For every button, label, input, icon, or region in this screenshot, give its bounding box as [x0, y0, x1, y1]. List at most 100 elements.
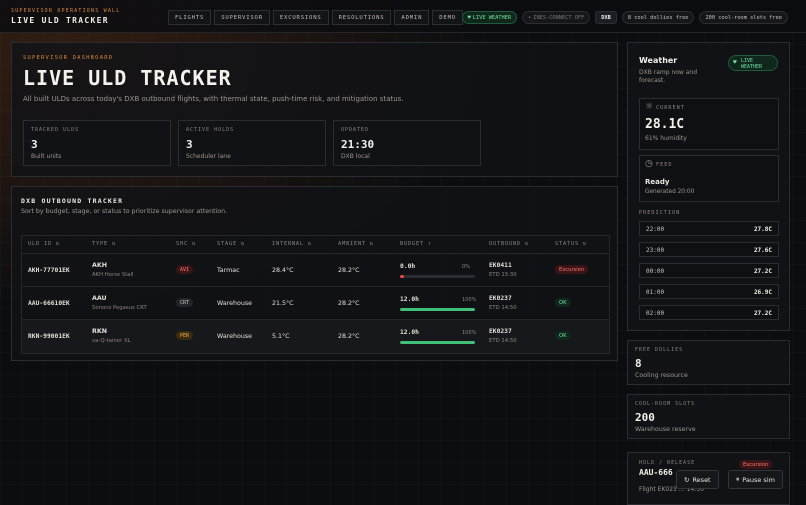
- ines-connect-label: INES-CONNECT OFF: [533, 14, 585, 21]
- current-humidity: 61% humidity: [645, 135, 687, 142]
- prediction-row: 22:00 27.8C: [639, 221, 779, 236]
- live-weather-badge[interactable]: ♥ LIVE WEATHER: [728, 55, 778, 71]
- col-status[interactable]: STATUS ⇅: [555, 241, 587, 247]
- heart-icon: ♥: [467, 14, 471, 21]
- prediction-time: 00:00: [646, 268, 665, 275]
- current-label: CURRENT: [656, 105, 685, 111]
- budget-bar-fill: [400, 308, 475, 311]
- uld-table: ULD ID ⇅ TYPE ⇅ SHC ⇅ STAGE ⇅ INTERNAL ⇅…: [21, 235, 610, 354]
- shc-badge: AVI: [176, 265, 194, 274]
- hold-status-badge: Excursion: [739, 460, 773, 469]
- col-shc[interactable]: SHC ⇅: [176, 241, 196, 247]
- hero-eyebrow: SUPERVISOR DASHBOARD: [23, 55, 114, 61]
- prediction-temp: 27.8C: [753, 226, 772, 233]
- prediction-row: 01:00 26.9C: [639, 284, 779, 299]
- col-budget[interactable]: BUDGET ↑: [400, 241, 432, 247]
- hero-card: SUPERVISOR DASHBOARD LIVE ULD TRACKER Al…: [11, 42, 618, 177]
- dollies-sub: Cooling resource: [635, 372, 688, 379]
- stat-sub: Built units: [31, 153, 62, 160]
- hero-description: All built ULDs across today's DXB outbou…: [23, 95, 404, 103]
- shc-badge: PER: [176, 331, 194, 340]
- col-stage[interactable]: STAGE ⇅: [217, 241, 245, 247]
- table-row[interactable]: RKN-99001EK RKN va-Q-tainer XL PER Warehouse…: [22, 320, 609, 353]
- flight-etd: ETD 14:50: [489, 338, 517, 344]
- page-title: LIVE ULD TRACKER: [23, 66, 232, 90]
- nav-supervisor[interactable]: SUPERVISOR: [214, 10, 270, 25]
- col-outbound[interactable]: OUTBOUND ⇅: [489, 241, 529, 247]
- outbound-tracker: DXB OUTBOUND TRACKER Sort by budget, sta…: [11, 186, 618, 361]
- live-weather-pill[interactable]: ♥ LIVE WEATHER: [461, 11, 518, 24]
- budget-bar: [400, 275, 475, 278]
- pause-sim-button[interactable]: ⏸ Pause sim: [728, 470, 783, 489]
- outbound-flight: EK0237: [489, 328, 512, 335]
- col-internal[interactable]: INTERNAL ⇅: [272, 241, 312, 247]
- status-badge: OK: [555, 331, 571, 340]
- brand-title: LIVE ULD TRACKER: [11, 16, 109, 25]
- internal-temp: 5.1°C: [272, 333, 290, 340]
- internal-temp: 28.4°C: [272, 267, 294, 274]
- stat-updated: UPDATED 21:30 DXB local: [333, 120, 481, 166]
- outbound-flight: EK0237: [489, 295, 512, 302]
- main-nav: FLIGHTS SUPERVISOR EXCURSIONS RESOLUTION…: [168, 10, 463, 25]
- current-temp: 28.1C: [645, 117, 685, 132]
- slots-label: COOL-ROOM SLOTS: [635, 401, 696, 407]
- table-row[interactable]: AKH-77701EK AKH AKH Horse Stall AVI Tarmac 28…: [22, 254, 609, 287]
- dollies-pill: 8 cool dollies free: [621, 11, 695, 24]
- uld-type: AKH: [92, 262, 108, 269]
- heart-icon: ♥: [733, 59, 737, 66]
- nav-excursions[interactable]: EXCURSIONS: [272, 10, 329, 25]
- uld-id: AKH-77701EK: [28, 267, 70, 274]
- status-badge: OK: [555, 298, 571, 307]
- outbound-flight: EK0411: [489, 262, 512, 269]
- reset-button[interactable]: ↻ Reset: [676, 470, 719, 489]
- pause-label: Pause sim: [742, 475, 775, 484]
- ambient-temp: 28.2°C: [338, 300, 360, 307]
- uld-type-description: Sonoco Pegasus CRT: [92, 305, 147, 311]
- nav-demo[interactable]: DEMO: [432, 10, 463, 25]
- col-uld-id[interactable]: ULD ID ⇅: [28, 241, 60, 247]
- stat-value: 3: [186, 138, 193, 151]
- shc-badge: CRT: [176, 298, 194, 307]
- prediction-temp: 27.2C: [753, 268, 772, 275]
- reset-label: Reset: [692, 475, 711, 484]
- budget-bar-fill: [400, 341, 475, 344]
- prediction-temp: 27.6C: [753, 247, 772, 254]
- slots-pill: 200 cool-room slots free: [699, 11, 788, 24]
- live-weather-badge-label: LIVE WEATHER: [741, 58, 763, 70]
- weather-description: DXB ramp now and forecast.: [639, 69, 698, 84]
- airport-pill[interactable]: DXB: [595, 11, 617, 24]
- uld-type-description: va-Q-tainer XL: [92, 338, 131, 344]
- weather-title: Weather: [639, 56, 678, 65]
- stage: Warehouse: [217, 333, 252, 340]
- prediction-time: 01:00: [646, 289, 665, 296]
- nav-admin[interactable]: ADMIN: [394, 10, 430, 25]
- dot-icon: •: [528, 14, 532, 21]
- budget-bar: [400, 308, 475, 311]
- stat-value: 21:30: [341, 138, 375, 151]
- prediction-temp: 27.2C: [753, 310, 772, 317]
- table-header: ULD ID ⇅ TYPE ⇅ SHC ⇅ STAGE ⇅ INTERNAL ⇅…: [22, 236, 609, 254]
- ines-connect-pill[interactable]: • INES-CONNECT OFF: [522, 11, 591, 24]
- budget-percent: 100%: [462, 330, 477, 336]
- prediction-row: 02:00 27.2C: [639, 305, 779, 320]
- hold-uld-id: AAU-666: [639, 468, 673, 477]
- table-row[interactable]: AAU-66610EK AAU Sonoco Pegasus CRT CRT Wareh…: [22, 287, 609, 320]
- status-badge: Excursion: [555, 265, 589, 274]
- uld-id: AAU-66610EK: [28, 300, 70, 307]
- prediction-time: 02:00: [646, 310, 665, 317]
- nav-flights[interactable]: FLIGHTS: [168, 10, 212, 25]
- slots-sub: Warehouse reserve: [635, 426, 696, 433]
- stat-tracked-ulds: TRACKED ULDS 3 Built units: [23, 120, 171, 166]
- nav-resolutions[interactable]: RESOLUTIONS: [331, 10, 392, 25]
- uld-type-description: AKH Horse Stall: [92, 272, 134, 278]
- prediction-time: 23:00: [646, 247, 665, 254]
- col-ambient[interactable]: AMBIENT ⇅: [338, 241, 374, 247]
- prediction-row: 00:00 27.2C: [639, 263, 779, 278]
- cool-room-slots-card: COOL-ROOM SLOTS 200 Warehouse reserve: [627, 394, 790, 439]
- flight-etd: ETD 15:30: [489, 272, 517, 278]
- col-type[interactable]: TYPE ⇅: [92, 241, 116, 247]
- live-weather-label: LIVE WEATHER: [472, 14, 512, 21]
- stat-value: 3: [31, 138, 38, 151]
- budget-bar-fill: [400, 275, 404, 278]
- stat-active-holds: ACTIVE HOLDS 3 Scheduler lane: [178, 120, 326, 166]
